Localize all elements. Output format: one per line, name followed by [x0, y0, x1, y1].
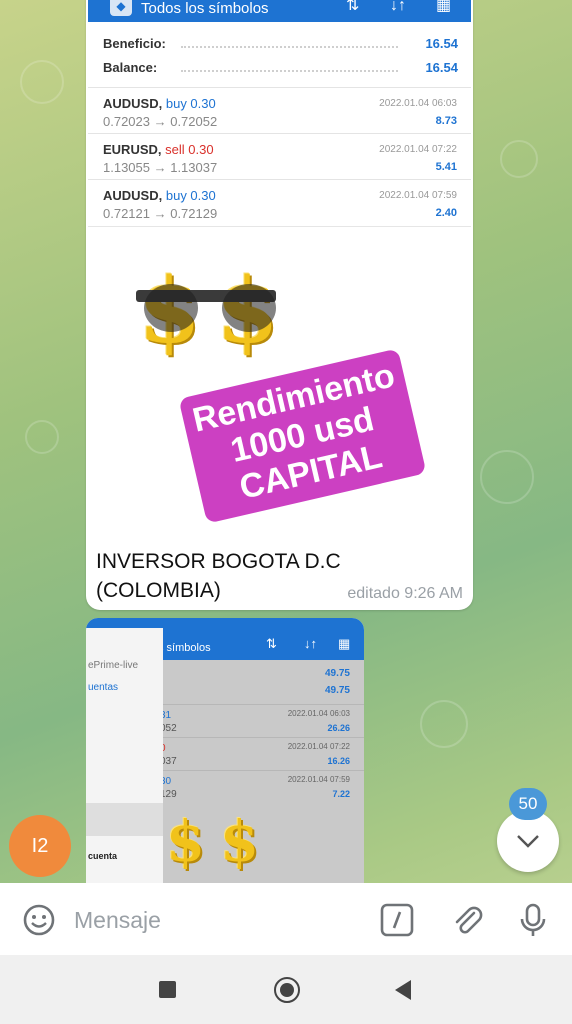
- background-doodle: [420, 700, 468, 748]
- trade-row: AUDUSD, buy 0.30 0.72121 → 0.72129 2022.…: [88, 179, 471, 225]
- nav-back-icon[interactable]: [395, 980, 411, 1000]
- message-timestamp: editado 9:26 AM: [347, 585, 463, 602]
- trade-row: EURUSD, sell 0.30 1.13055 → 1.13037 2022…: [88, 133, 471, 179]
- system-nav-bar: [0, 955, 572, 1024]
- background-doodle: [25, 420, 59, 454]
- trade-prices: 0.72121 → 0.72129: [103, 206, 218, 221]
- calendar-icon: ▦: [436, 0, 452, 14]
- message-input[interactable]: Mensaje: [74, 907, 161, 934]
- trade-side: buy 0.30: [165, 96, 216, 111]
- trade-date: 2022.01.04 06:03: [287, 709, 350, 718]
- trade-symbol: EURUSD,: [103, 142, 162, 157]
- background-doodle: [500, 140, 538, 178]
- message-composer: Mensaje: [0, 883, 572, 955]
- screenshot-header: ◆ Todos los símbolos ⇅ ↓↑ ▦: [88, 0, 471, 22]
- background-doodle: [20, 60, 64, 104]
- trade-screenshot[interactable]: ◆ Todos los símbolos ⇅ ↓↑ ▦ Beneficio: 1…: [88, 0, 471, 227]
- trade-date: 2022.01.04 06:03: [379, 98, 457, 109]
- sort-icon: ⇅: [266, 636, 277, 651]
- message-bubble-1[interactable]: ◆ Todos los símbolos ⇅ ↓↑ ▦ Beneficio: 1…: [86, 0, 473, 610]
- avatar[interactable]: I2: [9, 815, 71, 877]
- trade-profit: 26.26: [327, 723, 350, 733]
- trade-symbol: AUDUSD,: [103, 188, 163, 203]
- background-doodle: [480, 450, 534, 504]
- summary-value: 49.75: [324, 668, 350, 679]
- attach-icon[interactable]: [450, 903, 484, 937]
- emoji-icon[interactable]: [22, 903, 56, 937]
- screenshot-title: s símbolos: [158, 642, 211, 654]
- app-logo-icon: ◆: [110, 0, 132, 16]
- sort-icon: ⇅: [346, 0, 360, 14]
- dollar-sign-icon: $: [166, 809, 205, 875]
- summary-value: 16.54: [425, 36, 458, 51]
- summary-value: 16.54: [425, 60, 458, 75]
- trade-date: 2022.01.04 07:59: [379, 190, 457, 201]
- trade-profit: 2.40: [435, 207, 457, 219]
- trade-profit: 7.22: [332, 789, 350, 799]
- side-drawer: ePrime-live uentas cuenta: [86, 628, 163, 898]
- summary-profit: Beneficio: 16.54: [103, 36, 458, 56]
- trade-symbol: AUDUSD,: [103, 96, 163, 111]
- arrows-icon: ↓↑: [390, 0, 406, 14]
- chevron-down-icon: [517, 835, 539, 848]
- trade-profit: 16.26: [327, 756, 350, 766]
- trade-row: AUDUSD, buy 0.30 0.72023 → 0.72052 2022.…: [88, 87, 471, 133]
- trade-profit: 5.41: [435, 161, 457, 173]
- calendar-icon: ▦: [338, 636, 351, 651]
- summary-value: 49.75: [324, 685, 350, 696]
- nav-home-icon[interactable]: [274, 977, 300, 1003]
- drawer-accounts-link: uentas: [88, 682, 119, 693]
- mic-icon[interactable]: [518, 903, 548, 937]
- screenshot-title: Todos los símbolos: [141, 0, 269, 17]
- trade-date: 2022.01.04 07:22: [379, 144, 457, 155]
- arrows-icon: ↓↑: [304, 636, 317, 651]
- trade-date: 2022.01.04 07:59: [287, 775, 350, 784]
- nav-recents-icon[interactable]: [159, 981, 176, 998]
- trade-date: 2022.01.04 07:22: [287, 742, 350, 751]
- trade-prices: 1.13055 → 1.13037: [103, 160, 218, 175]
- summary-label: Beneficio:: [103, 36, 166, 51]
- unread-badge: 50: [509, 788, 547, 820]
- trade-prices: 0.72023 → 0.72052: [103, 114, 218, 129]
- promo-sticker: Rendimiento 1000 usd CAPITAL: [178, 348, 427, 524]
- message-bubble-2[interactable]: s símbolos ⇅ ↓↑ ▦ 49.75 49.75 31 052 202…: [86, 618, 364, 898]
- summary-balance: Balance: 16.54: [103, 60, 458, 80]
- summary-label: Balance:: [103, 60, 158, 75]
- trade-side: sell 0.30: [165, 142, 214, 157]
- trade-profit: 8.73: [435, 115, 457, 127]
- drawer-account-label: ePrime-live: [88, 660, 139, 671]
- drawer-item: cuenta: [88, 851, 118, 861]
- trade-side: buy 0.30: [165, 188, 216, 203]
- dollar-sign-icon: $: [220, 809, 259, 875]
- command-icon[interactable]: [380, 903, 414, 937]
